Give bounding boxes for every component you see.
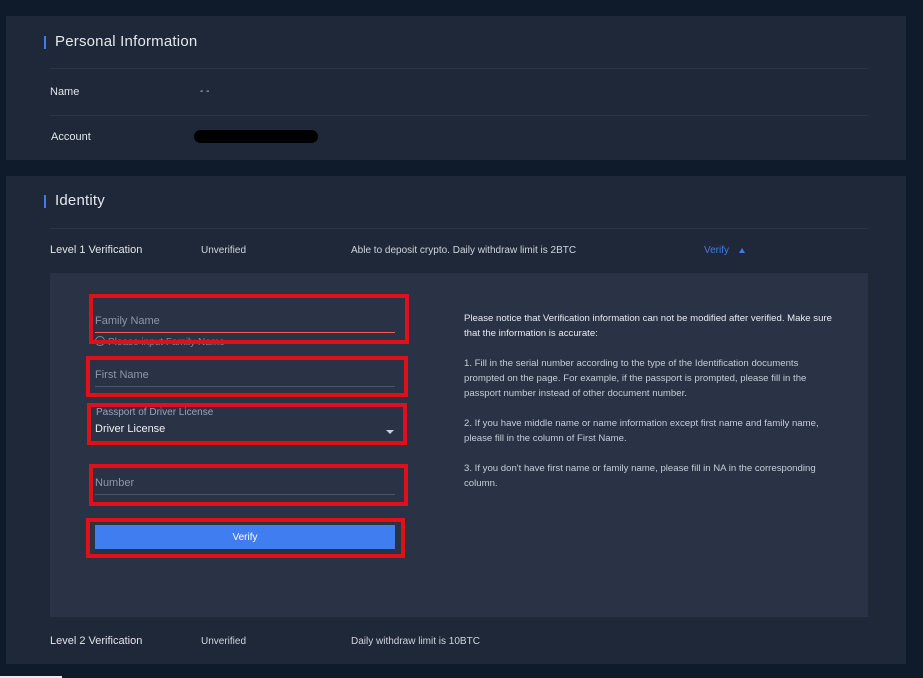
- level2-description: Daily withdraw limit is 10BTC: [351, 636, 480, 647]
- divider: [50, 68, 868, 69]
- level2-label: Level 2 Verification: [50, 635, 143, 647]
- notice-item: 1. Fill in the serial number according t…: [464, 358, 807, 399]
- account-value-redacted: [194, 130, 318, 143]
- level1-verify-toggle[interactable]: Verify: [704, 245, 729, 256]
- section-accent-bar: [44, 36, 46, 49]
- divider: [50, 115, 868, 116]
- account-label: Account: [51, 131, 91, 143]
- name-value: - -: [200, 86, 210, 97]
- highlight-box: [86, 356, 408, 397]
- personal-information-panel: Personal Information Name - - Account: [6, 16, 906, 160]
- divider: [50, 228, 868, 229]
- highlight-box: [87, 403, 407, 445]
- level2-status: Unverified: [201, 636, 247, 647]
- personal-information-title: Personal Information: [55, 33, 198, 50]
- notice-heading: Please notice that Verification informat…: [464, 313, 832, 339]
- verification-notice: Please notice that Verification informat…: [464, 311, 834, 506]
- level1-description: Able to deposit crypto. Daily withdraw l…: [351, 245, 577, 256]
- highlight-box: [89, 294, 409, 344]
- highlight-box: [89, 464, 408, 506]
- section-accent-bar: [44, 195, 46, 208]
- identity-panel: Identity Level 1 Verification Unverified…: [6, 176, 906, 664]
- level1-label: Level 1 Verification: [50, 244, 143, 256]
- name-label: Name: [50, 86, 80, 98]
- notice-item: 2. If you have middle name or name infor…: [464, 418, 819, 444]
- highlight-box: [86, 518, 405, 558]
- level1-status: Unverified: [201, 245, 247, 256]
- identity-title: Identity: [55, 192, 105, 209]
- level1-verification-form: Family Name Please input Family Name Fir…: [50, 273, 868, 617]
- notice-item: 3. If you don't have first name or famil…: [464, 463, 816, 489]
- caret-up-icon: [739, 248, 745, 253]
